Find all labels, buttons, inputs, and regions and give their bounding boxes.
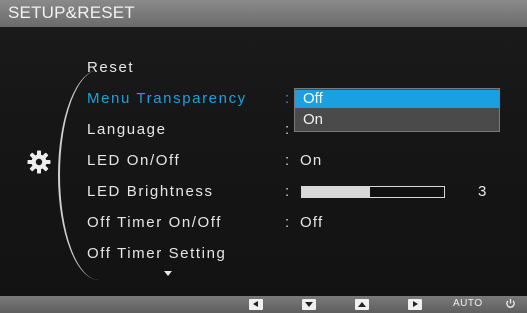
auto-button-label[interactable]: AUTO (453, 298, 483, 309)
gear-icon (27, 150, 51, 174)
off-timer-value: Off (300, 214, 324, 231)
menu-transparency-dropdown[interactable]: Off On (294, 88, 500, 132)
page-title: SETUP&RESET (8, 3, 135, 22)
menu-item-led-on-off[interactable]: LED On/Off (87, 152, 180, 169)
enter-icon[interactable] (408, 299, 422, 310)
led-brightness-value: 3 (478, 183, 487, 200)
led-on-off-colon: : (285, 152, 290, 169)
off-timer-colon: : (285, 214, 290, 231)
menu-item-language[interactable]: Language (87, 121, 167, 138)
left-arrow-icon[interactable] (249, 299, 263, 310)
title-bar: SETUP&RESET (0, 0, 527, 27)
menu-transparency-colon: : (285, 90, 290, 107)
dropdown-option-on[interactable]: On (295, 111, 499, 129)
button-guide-bar: AUTO (0, 296, 527, 313)
menu-item-reset[interactable]: Reset (87, 59, 134, 76)
scroll-down-indicator-icon (164, 271, 172, 276)
down-arrow-icon[interactable] (302, 299, 316, 310)
up-arrow-icon[interactable] (355, 299, 369, 310)
menu-item-menu-transparency[interactable]: Menu Transparency (87, 90, 247, 107)
menu-item-off-timer-on-off[interactable]: Off Timer On/Off (87, 214, 222, 231)
language-colon: : (285, 121, 290, 138)
menu-item-off-timer-setting[interactable]: Off Timer Setting (87, 245, 226, 262)
led-brightness-colon: : (285, 183, 290, 200)
led-brightness-slider[interactable] (301, 186, 445, 198)
menu-item-led-brightness[interactable]: LED Brightness (87, 183, 214, 200)
led-on-off-value: On (300, 152, 323, 169)
power-icon[interactable] (505, 298, 516, 309)
led-brightness-slider-fill (302, 187, 371, 197)
osd-window: SETUP&RESET Reset Menu Transparency : La… (0, 0, 527, 313)
dropdown-option-off[interactable]: Off (295, 90, 499, 108)
